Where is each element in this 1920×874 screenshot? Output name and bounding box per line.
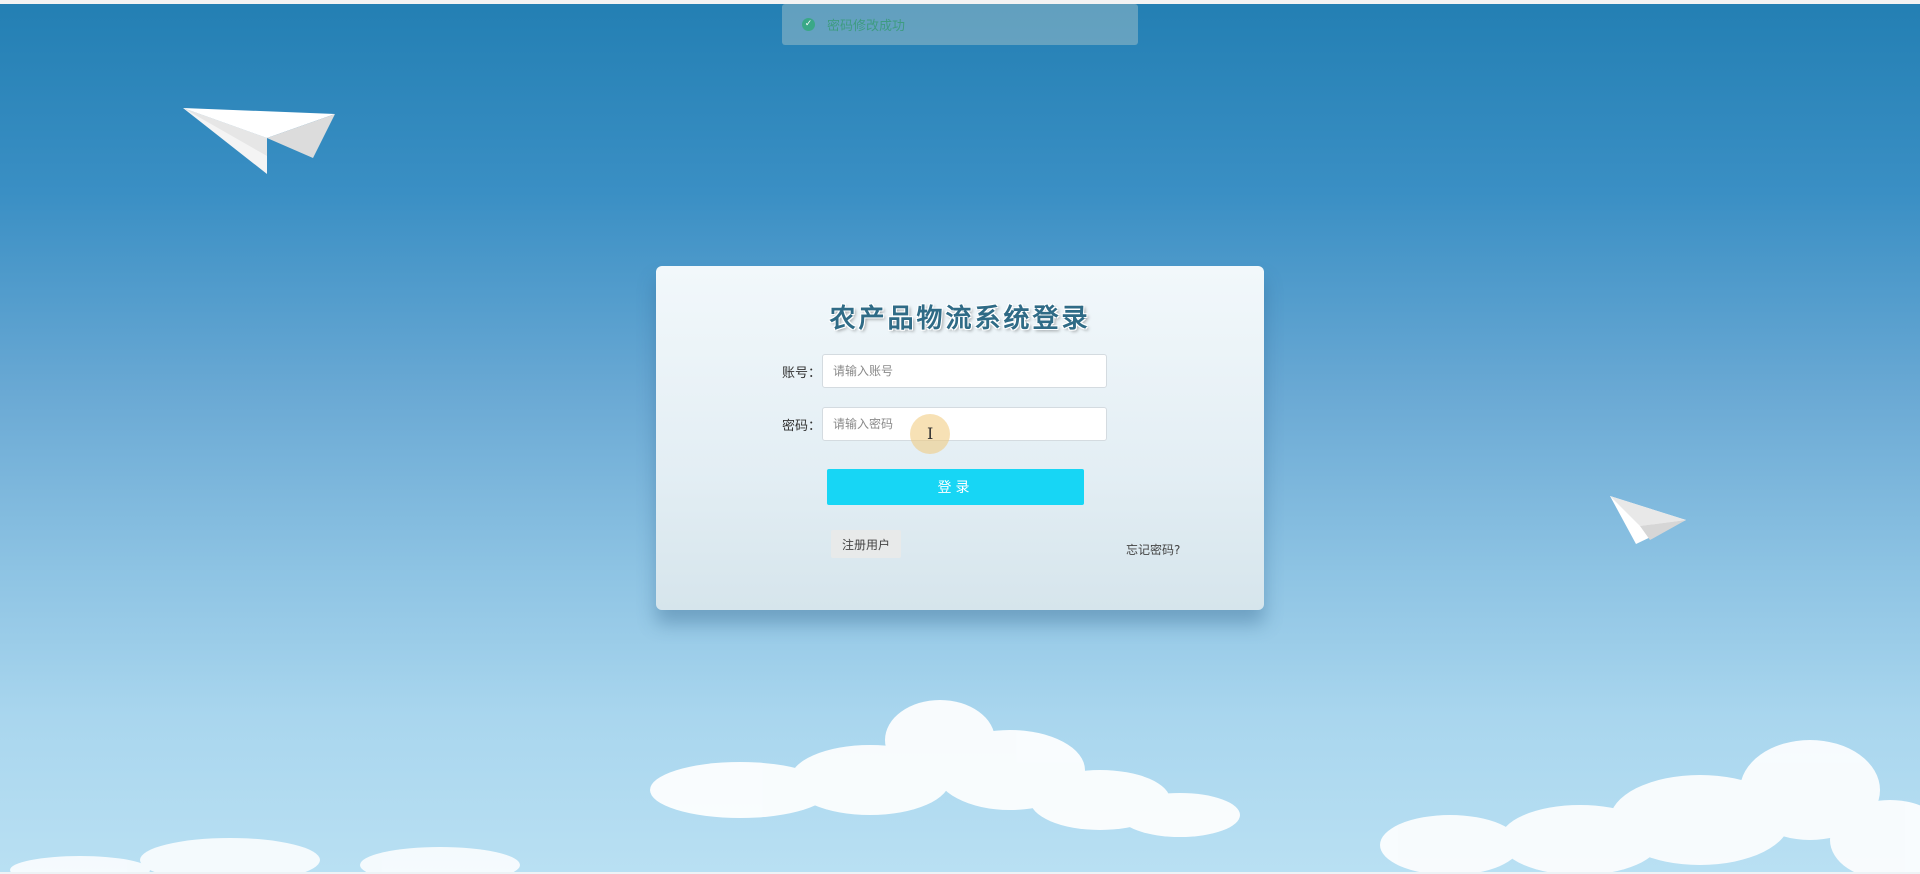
login-card: 农产品物流系统登录 账号： 密码： I 登录 注册用户 忘记密码? xyxy=(656,266,1264,610)
account-input[interactable] xyxy=(822,354,1107,388)
check-circle-icon: ✓ xyxy=(802,18,815,31)
forgot-password-link[interactable]: 忘记密码? xyxy=(1126,541,1180,558)
login-button[interactable]: 登录 xyxy=(827,469,1084,505)
success-toast: ✓ 密码修改成功 xyxy=(782,4,1138,45)
account-label: 账号： xyxy=(782,366,822,381)
register-button[interactable]: 注册用户 xyxy=(831,530,901,558)
login-title: 农产品物流系统登录 xyxy=(829,304,1091,334)
login-page: ✓ 密码修改成功 农产品物流系统登录 账号： 请输入账号 密码： I 登录 注册… xyxy=(0,0,1920,874)
toast-message: 密码修改成功 xyxy=(827,19,906,34)
clouds-decoration xyxy=(10,700,1920,874)
password-input[interactable] xyxy=(822,407,1107,441)
text-cursor-icon: I xyxy=(927,424,934,443)
paper-plane-large-icon xyxy=(183,108,335,174)
paper-plane-small-icon xyxy=(1610,496,1686,544)
password-label: 密码： xyxy=(782,419,822,434)
